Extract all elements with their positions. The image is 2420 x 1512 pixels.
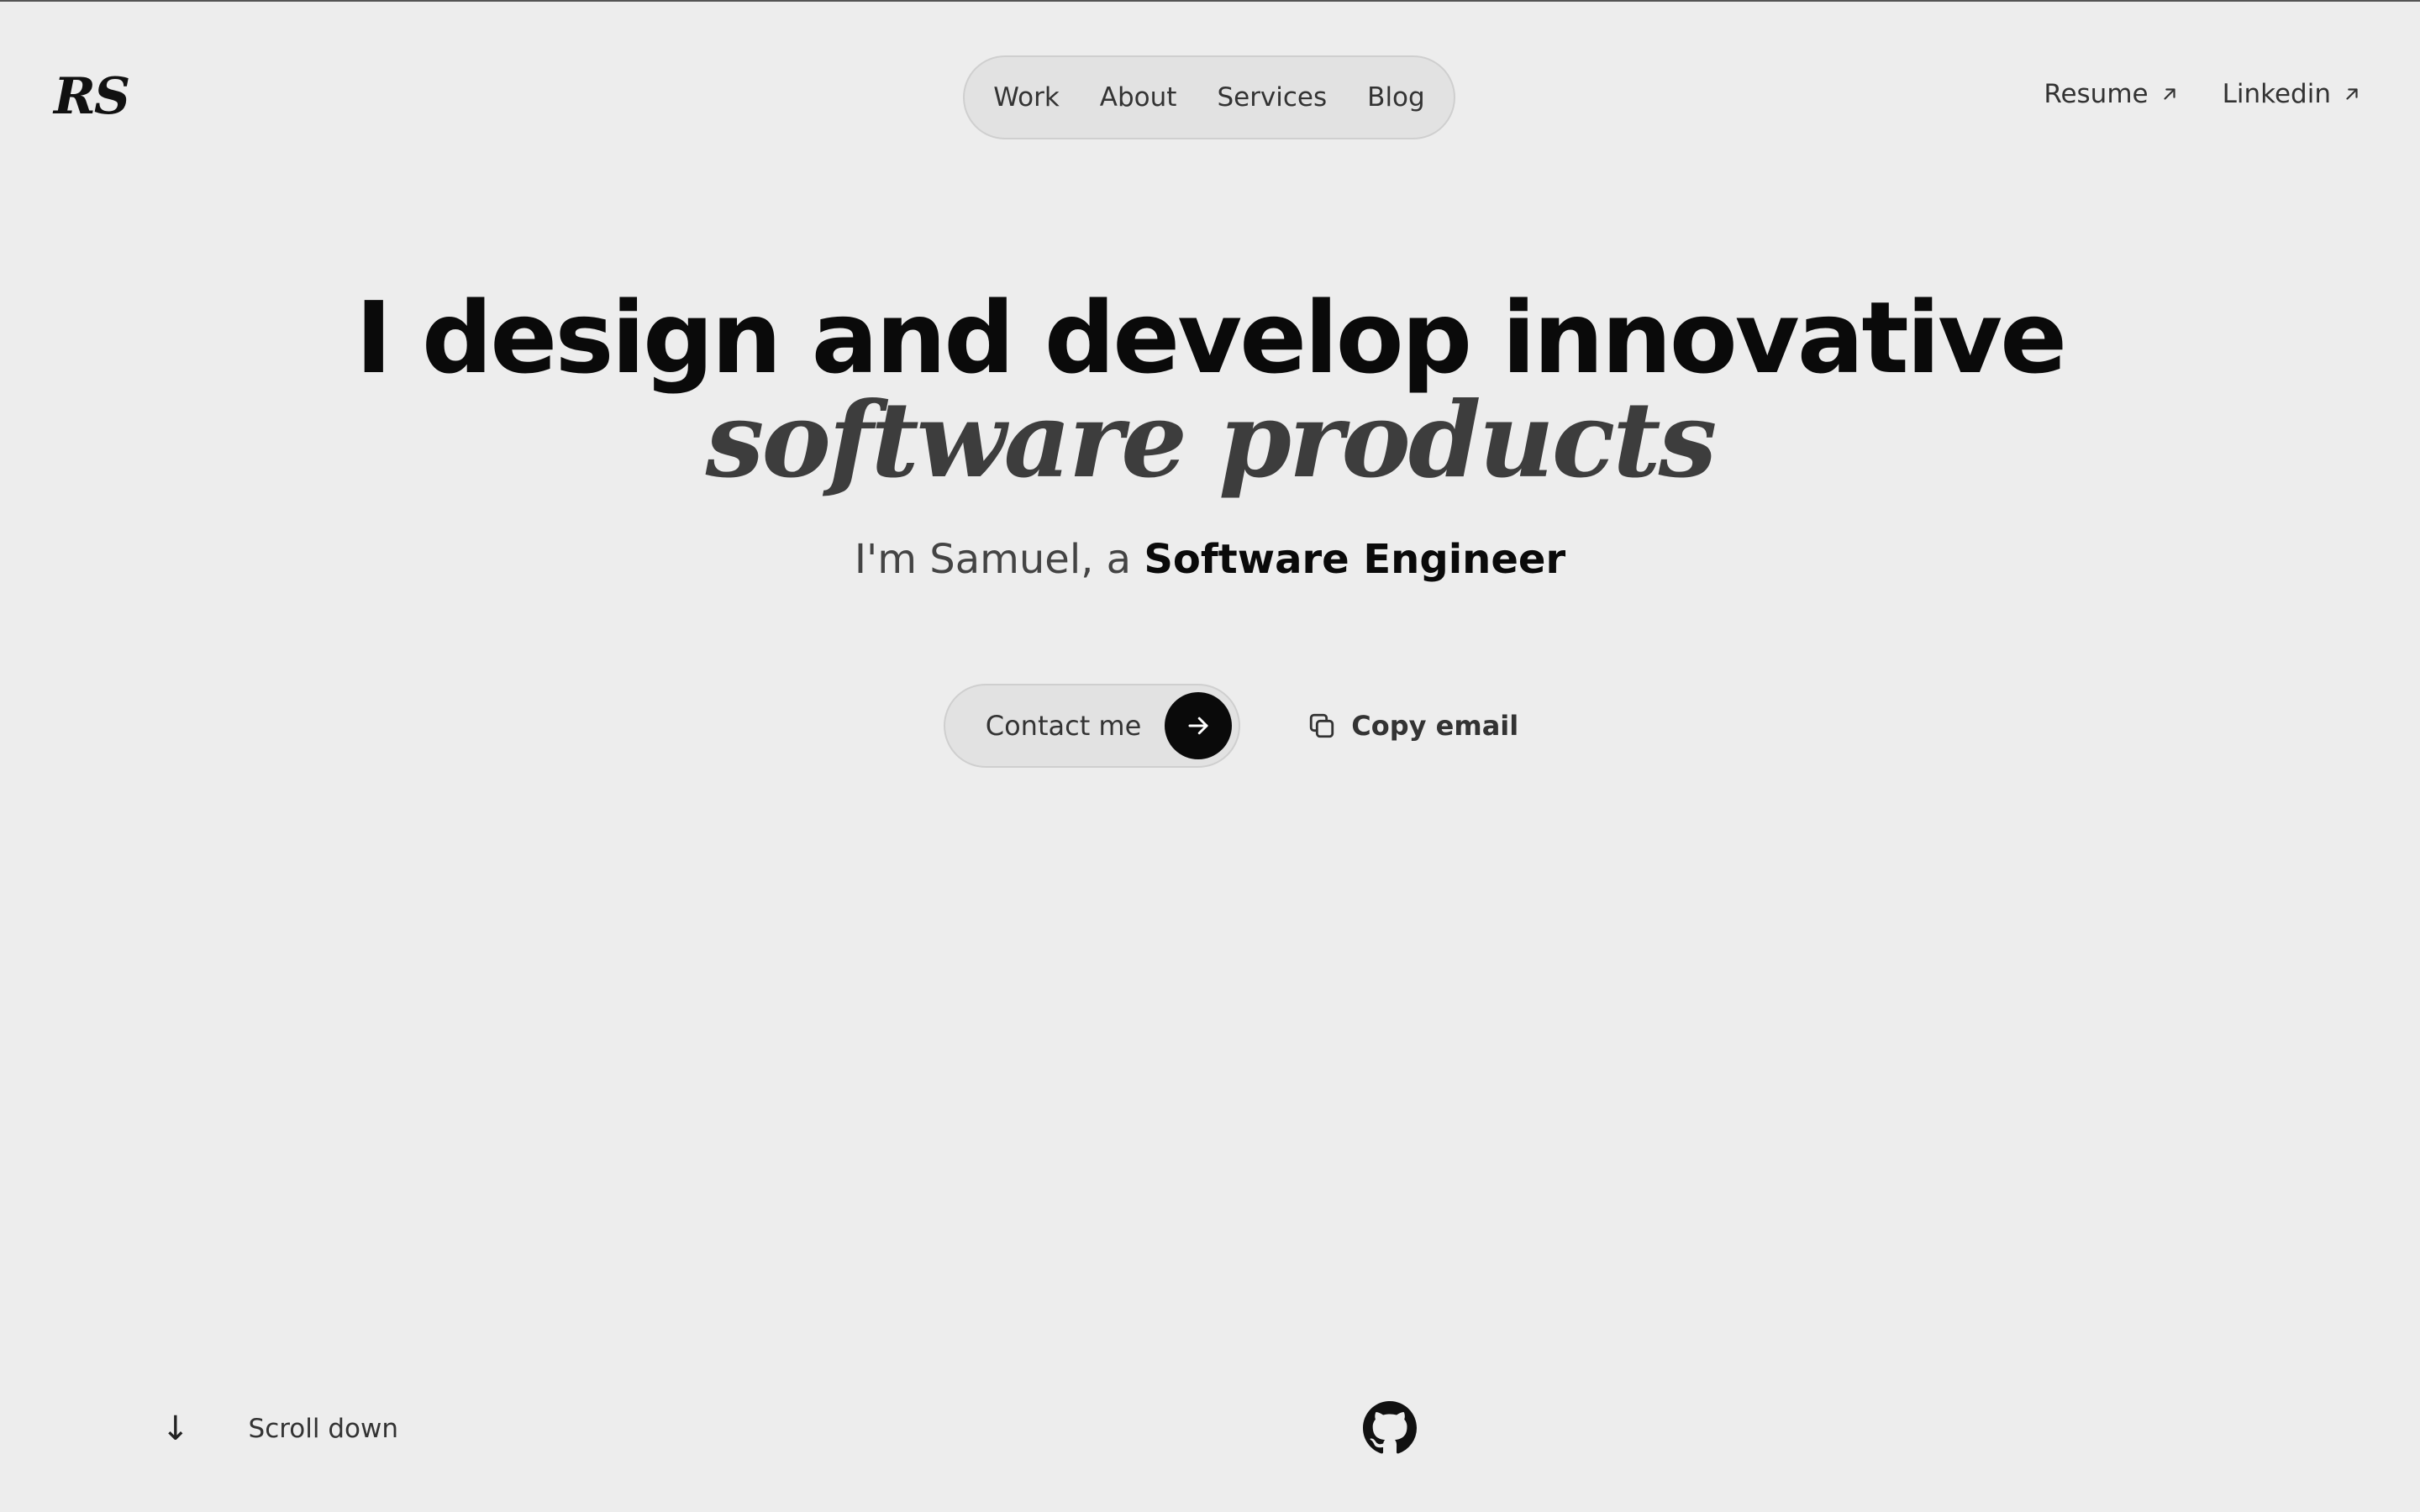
linkedin-link[interactable]: Linkedin <box>2223 79 2361 109</box>
site-logo[interactable]: RS <box>54 67 130 126</box>
arrow-up-right-icon <box>2346 88 2358 100</box>
copy-icon <box>1310 713 1334 738</box>
nav-item-work[interactable]: Work <box>993 82 1060 113</box>
intro-text: I'm Samuel, a Software Engineer <box>0 536 2420 583</box>
contact-me-label: Contact me <box>985 710 1142 742</box>
linkedin-label: Linkedin <box>2222 79 2331 109</box>
arrow-down-icon: ↓ <box>161 1410 190 1448</box>
hero-subtitle: software products <box>705 380 1718 501</box>
scroll-down[interactable]: ↓ Scroll down <box>161 1410 398 1448</box>
copy-email-button[interactable]: Copy email <box>1307 710 1518 742</box>
scroll-down-label: Scroll down <box>248 1414 398 1444</box>
intro-role: Software Engineer <box>1144 536 1566 583</box>
page: RS Work About Services Blog Resume Linke… <box>0 0 2420 1512</box>
hero-actions: Contact me Copy email <box>0 684 2420 768</box>
nav-item-blog[interactable]: Blog <box>1367 82 1425 113</box>
intro-prefix: I'm Samuel, a <box>854 536 1144 583</box>
resume-link[interactable]: Resume <box>2044 79 2178 109</box>
arrow-up-right-icon <box>2164 88 2175 100</box>
main-nav: Work About Services Blog <box>963 55 1455 139</box>
github-icon[interactable] <box>1363 1401 1417 1455</box>
external-links: Resume Linkedin <box>2044 79 2361 109</box>
resume-label: Resume <box>2044 79 2149 109</box>
nav-item-about[interactable]: About <box>1100 82 1177 113</box>
arrow-right-icon <box>1165 692 1233 759</box>
contact-me-button[interactable]: Contact me <box>943 684 1241 768</box>
copy-email-label: Copy email <box>1351 710 1519 742</box>
nav-item-services[interactable]: Services <box>1217 82 1327 113</box>
